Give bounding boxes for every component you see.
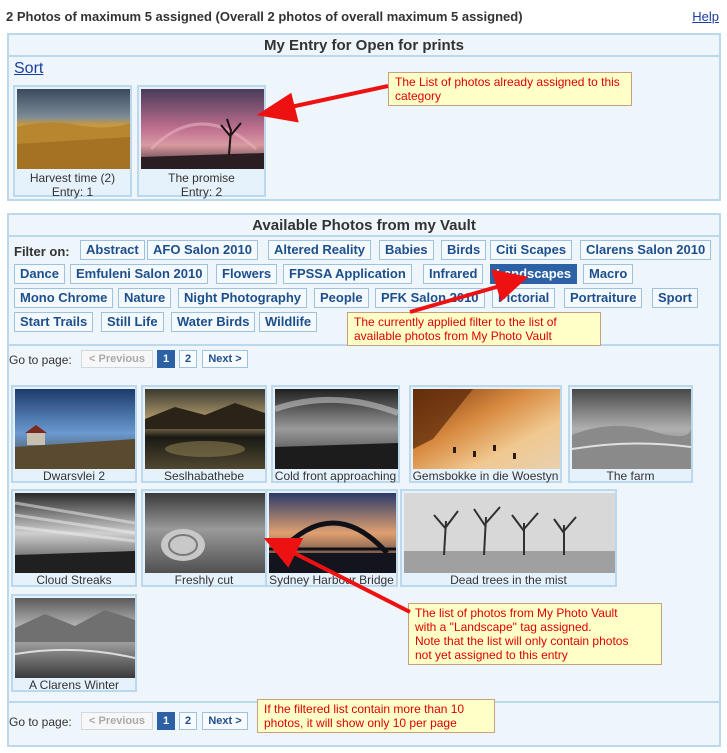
photo-thumbnail[interactable] xyxy=(413,389,560,469)
filter-tag-altered-reality[interactable]: Altered Reality xyxy=(268,240,372,260)
vault-photo-card[interactable]: Freshly cut xyxy=(141,489,267,587)
assigned-photo-card[interactable]: Harvest time (2) Entry: 1 xyxy=(13,85,132,199)
filter-tag-landscapes[interactable]: Landscapes xyxy=(490,264,578,284)
vault-photo-card[interactable]: A Clarens Winter xyxy=(11,594,137,692)
photo-thumbnail[interactable] xyxy=(15,493,135,573)
vault-panel-title: Available Photos from my Vault xyxy=(9,215,719,237)
page-2-button[interactable]: 2 xyxy=(179,712,197,730)
filter-tag-mono-chrome[interactable]: Mono Chrome xyxy=(14,288,114,308)
filter-tag-emfuleni-salon-2010[interactable]: Emfuleni Salon 2010 xyxy=(70,264,209,284)
vault-photo-card[interactable]: Dwarsvlei 2 xyxy=(11,385,137,483)
page-2-button[interactable]: 2 xyxy=(179,350,197,368)
photo-title: Sydney Harbour Bridge xyxy=(269,573,394,587)
photo-title: A Clarens Winter xyxy=(28,678,120,692)
pager-label: Go to page: xyxy=(9,353,72,367)
vault-panel: Available Photos from my Vault Filter on… xyxy=(7,213,721,747)
help-link[interactable]: Help xyxy=(692,9,719,24)
previous-page-button[interactable]: < Previous xyxy=(81,712,153,730)
photo-thumbnail[interactable] xyxy=(269,493,396,573)
filter-tag-start-trails[interactable]: Start Trails xyxy=(14,312,94,332)
photo-title: Dwarsvlei 2 xyxy=(42,469,105,483)
assignment-status: 2 Photos of maximum 5 assigned (Overall … xyxy=(6,9,523,24)
entry-panel-title: My Entry for Open for prints xyxy=(9,35,719,57)
photo-thumbnail[interactable] xyxy=(145,493,265,573)
filter-tag-still-life[interactable]: Still Life xyxy=(101,312,164,332)
callout-line: with a "Landscape" tag assigned. xyxy=(415,620,592,634)
filter-tag-fpssa-application[interactable]: FPSSA Application xyxy=(283,264,412,284)
vault-photo-card[interactable]: Cloud Streaks xyxy=(11,489,137,587)
vault-photo-card[interactable]: The farm xyxy=(568,385,693,483)
sort-link[interactable]: Sort xyxy=(14,60,43,78)
top-bar: 2 Photos of maximum 5 assigned (Overall … xyxy=(0,0,727,30)
filter-tag-night-photography[interactable]: Night Photography xyxy=(178,288,307,308)
photo-thumbnail[interactable] xyxy=(15,598,135,678)
photo-thumbnail[interactable] xyxy=(15,389,135,469)
callout-filtered-list: The list of photos from My Photo Vault w… xyxy=(408,603,662,665)
filter-tag-afo-salon-2010[interactable]: AFO Salon 2010 xyxy=(147,240,258,260)
filter-tag-macro[interactable]: Macro xyxy=(583,264,634,284)
filter-tag-pictorial[interactable]: Pictorial xyxy=(492,288,556,308)
callout-line: The list of photos from My Photo Vault xyxy=(415,606,618,620)
vault-photo-card[interactable]: Dead trees in the mist xyxy=(400,489,617,587)
filter-tag-nature[interactable]: Nature xyxy=(118,288,172,308)
entry-panel: My Entry for Open for prints Sort Harves… xyxy=(7,33,721,201)
photo-title: The farm xyxy=(606,469,655,483)
vault-photo-card[interactable]: Gemsbokke in die Woestyn xyxy=(409,385,562,483)
filter-tag-pfk-salon-2010[interactable]: PFK Salon 2010 xyxy=(375,288,485,308)
filter-tag-infrared[interactable]: Infrared xyxy=(423,264,484,284)
previous-page-button[interactable]: < Previous xyxy=(81,350,153,368)
pager-label: Go to page: xyxy=(9,715,72,729)
vault-photo-card[interactable]: Seslhabathebe xyxy=(141,385,267,483)
filter-tag-babies[interactable]: Babies xyxy=(379,240,434,260)
filter-tag-abstract[interactable]: Abstract xyxy=(80,240,145,260)
filter-tag-water-birds[interactable]: Water Birds xyxy=(171,312,256,332)
callout-paging: If the filtered list contain more than 1… xyxy=(257,699,495,733)
callout-line: Note that the list will only contain pho… xyxy=(415,634,629,648)
photo-thumbnail[interactable] xyxy=(145,389,265,469)
photo-thumbnail[interactable] xyxy=(572,389,691,469)
callout-line: not yet assigned to this entry xyxy=(415,648,568,662)
page-1-button[interactable]: 1 xyxy=(157,712,175,730)
photo-thumbnail[interactable] xyxy=(275,389,398,469)
photo-thumbnail[interactable] xyxy=(17,89,130,169)
photo-title: The promise xyxy=(168,171,235,185)
photo-title: Gemsbokke in die Woestyn xyxy=(412,469,559,483)
next-page-button[interactable]: Next > xyxy=(202,712,248,730)
vault-photo-card[interactable]: Cold front approaching xyxy=(271,385,400,483)
photo-title: Freshly cut xyxy=(174,573,234,587)
vault-photo-card[interactable]: Sydney Harbour Bridge xyxy=(265,489,398,587)
photo-thumbnail[interactable] xyxy=(141,89,264,169)
photo-title: Cloud Streaks xyxy=(36,573,112,587)
callout-assigned-photos: The List of photos already assigned to t… xyxy=(388,72,632,106)
filter-tag-flowers[interactable]: Flowers xyxy=(216,264,278,284)
photo-title: Dead trees in the mist xyxy=(450,573,567,587)
photo-entry-number: Entry: 1 xyxy=(51,185,94,199)
assigned-photo-card[interactable]: The promise Entry: 2 xyxy=(137,85,266,199)
filter-tag-people[interactable]: People xyxy=(314,288,369,308)
callout-active-filter: The currently applied filter to the list… xyxy=(347,312,601,346)
next-page-button[interactable]: Next > xyxy=(202,350,248,368)
photo-title: Cold front approaching xyxy=(274,469,397,483)
filter-tag-wildlife[interactable]: Wildlife xyxy=(259,312,318,332)
filter-tag-clarens-salon-2010[interactable]: Clarens Salon 2010 xyxy=(580,240,712,260)
filter-label: Filter on: xyxy=(14,244,70,259)
filter-tag-portraiture[interactable]: Portraiture xyxy=(564,288,643,308)
filter-tag-sport[interactable]: Sport xyxy=(652,288,698,308)
filter-tag-birds[interactable]: Birds xyxy=(441,240,487,260)
photo-title: Seslhabathebe xyxy=(163,469,245,483)
photo-title: Harvest time (2) xyxy=(29,171,116,185)
photo-entry-number: Entry: 2 xyxy=(180,185,223,199)
filter-tag-citi-scapes[interactable]: Citi Scapes xyxy=(490,240,573,260)
pager-top: Go to page: < Previous 1 2 Next > xyxy=(9,350,309,370)
photo-thumbnail[interactable] xyxy=(404,493,615,573)
filter-tag-dance[interactable]: Dance xyxy=(14,264,66,284)
page-1-button[interactable]: 1 xyxy=(157,350,175,368)
